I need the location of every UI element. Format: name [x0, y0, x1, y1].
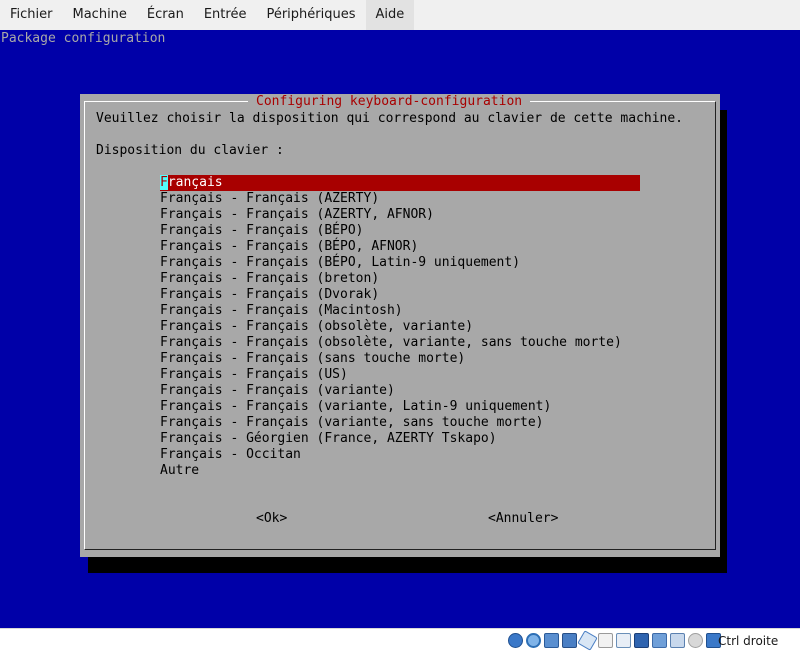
- layout-option[interactable]: Français - Français (obsolète, variante): [160, 319, 640, 335]
- layout-option[interactable]: Français - Français (variante, Latin-9 u…: [160, 399, 640, 415]
- vm-screen[interactable]: Package configuration Configuring keyboa…: [0, 30, 800, 628]
- layout-option[interactable]: Français - Français (Macintosh): [160, 303, 640, 319]
- layout-option[interactable]: Français - Français (AZERTY, AFNOR): [160, 207, 640, 223]
- shared-folders-icon[interactable]: [598, 633, 613, 648]
- menu-ecran[interactable]: Écran: [137, 0, 194, 30]
- layout-option-label: rançais: [167, 175, 223, 190]
- hard-disk-icon[interactable]: [508, 633, 523, 648]
- screen-capture-icon[interactable]: [634, 633, 649, 648]
- virtualization-icon[interactable]: [670, 633, 685, 648]
- text-cursor: F: [160, 175, 168, 190]
- layout-option[interactable]: Français - Français (BÉPO, AFNOR): [160, 239, 640, 255]
- layout-option[interactable]: Français - Français (variante): [160, 383, 640, 399]
- keyboard-config-dialog: Configuring keyboard-configuration Veuil…: [80, 94, 720, 557]
- layout-option[interactable]: Français - Français (variante, sans touc…: [160, 415, 640, 431]
- layout-option-other[interactable]: Autre: [160, 463, 640, 479]
- audio-icon[interactable]: [544, 633, 559, 648]
- layout-option[interactable]: Français - Français (Dvorak): [160, 287, 640, 303]
- layout-option[interactable]: Français - Géorgien (France, AZERTY Tska…: [160, 431, 640, 447]
- menubar: Fichier Machine Écran Entrée Périphériqu…: [0, 0, 800, 30]
- menu-fichier[interactable]: Fichier: [0, 0, 63, 30]
- package-configuration-title: Package configuration: [1, 31, 166, 46]
- status-icons: [508, 630, 721, 651]
- cancel-button[interactable]: <Annuler>: [488, 511, 558, 527]
- layout-option[interactable]: Français - Français (AZERTY): [160, 191, 640, 207]
- statusbar: Ctrl droite: [0, 628, 800, 653]
- mouse-integration-icon[interactable]: [688, 633, 703, 648]
- menu-aide[interactable]: Aide: [365, 0, 415, 30]
- layout-option[interactable]: Français - Français (BÉPO): [160, 223, 640, 239]
- host-key-label: Ctrl droite: [718, 634, 779, 648]
- layout-option-selected[interactable]: Français: [160, 175, 640, 191]
- layout-option[interactable]: Français - Français (BÉPO, Latin-9 uniqu…: [160, 255, 640, 271]
- usb-icon[interactable]: [577, 630, 598, 651]
- layout-option[interactable]: Français - Français (US): [160, 367, 640, 383]
- layout-list-label: Disposition du clavier :: [96, 143, 284, 158]
- dialog-prompt: Veuillez choisir la disposition qui corr…: [96, 111, 683, 126]
- layout-option[interactable]: Français - Français (breton): [160, 271, 640, 287]
- layout-list[interactable]: Français Français - Français (AZERTY) Fr…: [160, 175, 640, 479]
- ok-button[interactable]: <Ok>: [256, 511, 287, 527]
- display-icon[interactable]: [616, 633, 631, 648]
- recording-icon[interactable]: [652, 633, 667, 648]
- layout-option[interactable]: Français - Français (sans touche morte): [160, 351, 640, 367]
- optical-drive-icon[interactable]: [526, 633, 541, 648]
- network-icon[interactable]: [562, 633, 577, 648]
- layout-option[interactable]: Français - Français (obsolète, variante,…: [160, 335, 640, 351]
- menu-entree[interactable]: Entrée: [194, 0, 257, 30]
- menu-peripheriques[interactable]: Périphériques: [256, 0, 365, 30]
- layout-option[interactable]: Français - Occitan: [160, 447, 640, 463]
- dialog-title: Configuring keyboard-configuration: [248, 94, 531, 110]
- menu-machine[interactable]: Machine: [63, 0, 137, 30]
